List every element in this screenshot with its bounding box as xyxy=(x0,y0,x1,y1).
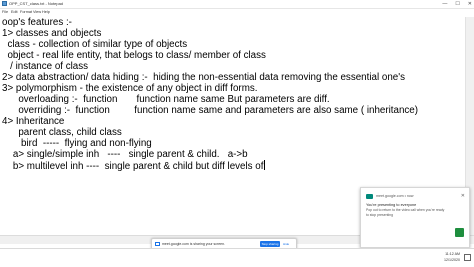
editor-line-current: b> multilevel inh ---- single parent & c… xyxy=(2,160,266,172)
menu-edit[interactable]: Edit xyxy=(11,9,18,16)
menu-help[interactable]: Help xyxy=(42,9,50,16)
maximize-button[interactable]: ☐ xyxy=(455,0,459,8)
minimize-button[interactable]: — xyxy=(442,0,447,8)
editor-line: overriding :- function function name sam… xyxy=(2,105,419,116)
window-title: OPP_CST_class.txt - Notepad xyxy=(9,1,64,6)
editor-line: object - real life entity, that belogs t… xyxy=(2,50,266,61)
close-button[interactable]: ✕ xyxy=(468,0,472,8)
hide-button[interactable]: Hide xyxy=(283,241,289,247)
taskbar: 11:12 AM 12/1/2020 xyxy=(0,248,474,267)
screen-share-icon xyxy=(155,242,160,246)
notification-center-icon[interactable] xyxy=(464,254,471,261)
editor-line: parent class, child class xyxy=(2,127,122,138)
editor-line: / instance of class xyxy=(2,61,89,72)
menu-format[interactable]: Format xyxy=(20,9,32,16)
presenting-notification: meet.google.com • now ✕ You're presentin… xyxy=(360,187,470,248)
editor-line-text: b> multilevel inh ---- single parent & c… xyxy=(2,161,264,172)
editor-line: 4> Inheritance xyxy=(2,116,65,127)
google-meet-icon xyxy=(366,194,373,199)
editor-line: 3> polymorphism - the existence of any o… xyxy=(2,83,258,94)
menu-bar: File Edit Format View Help xyxy=(0,9,474,16)
pop-out-icon[interactable] xyxy=(455,228,464,237)
editor-line: oop's features :- xyxy=(2,17,72,28)
editor-line: overloading :- function function name sa… xyxy=(2,94,330,105)
window-controls: — ☐ ✕ xyxy=(442,0,472,8)
text-caret xyxy=(264,160,266,170)
editor-line: a> single/simple inh ---- single parent … xyxy=(2,149,248,160)
title-bar: OPP_CST_class.txt - Notepad — ☐ ✕ xyxy=(0,0,474,9)
editor-line: 2> data abstraction/ data hiding :- hidi… xyxy=(2,72,405,83)
notification-body: Pop out to return to the video call when… xyxy=(366,208,445,217)
editor-line: 1> classes and objects xyxy=(2,28,102,39)
notepad-icon xyxy=(2,1,7,6)
editor-line: bird ----- flying and non-flying xyxy=(2,138,152,149)
clock-date: 12/1/2020 xyxy=(444,258,460,262)
menu-view[interactable]: View xyxy=(33,9,41,16)
notification-close-icon[interactable]: ✕ xyxy=(461,192,465,200)
menu-file[interactable]: File xyxy=(2,9,8,16)
system-clock[interactable]: 11:12 AM 12/1/2020 xyxy=(444,251,460,263)
notification-source: meet.google.com • now xyxy=(376,194,414,198)
stop-sharing-button[interactable]: Stop sharing xyxy=(260,241,280,247)
editor-line: class - collection of similar type of ob… xyxy=(2,39,188,50)
